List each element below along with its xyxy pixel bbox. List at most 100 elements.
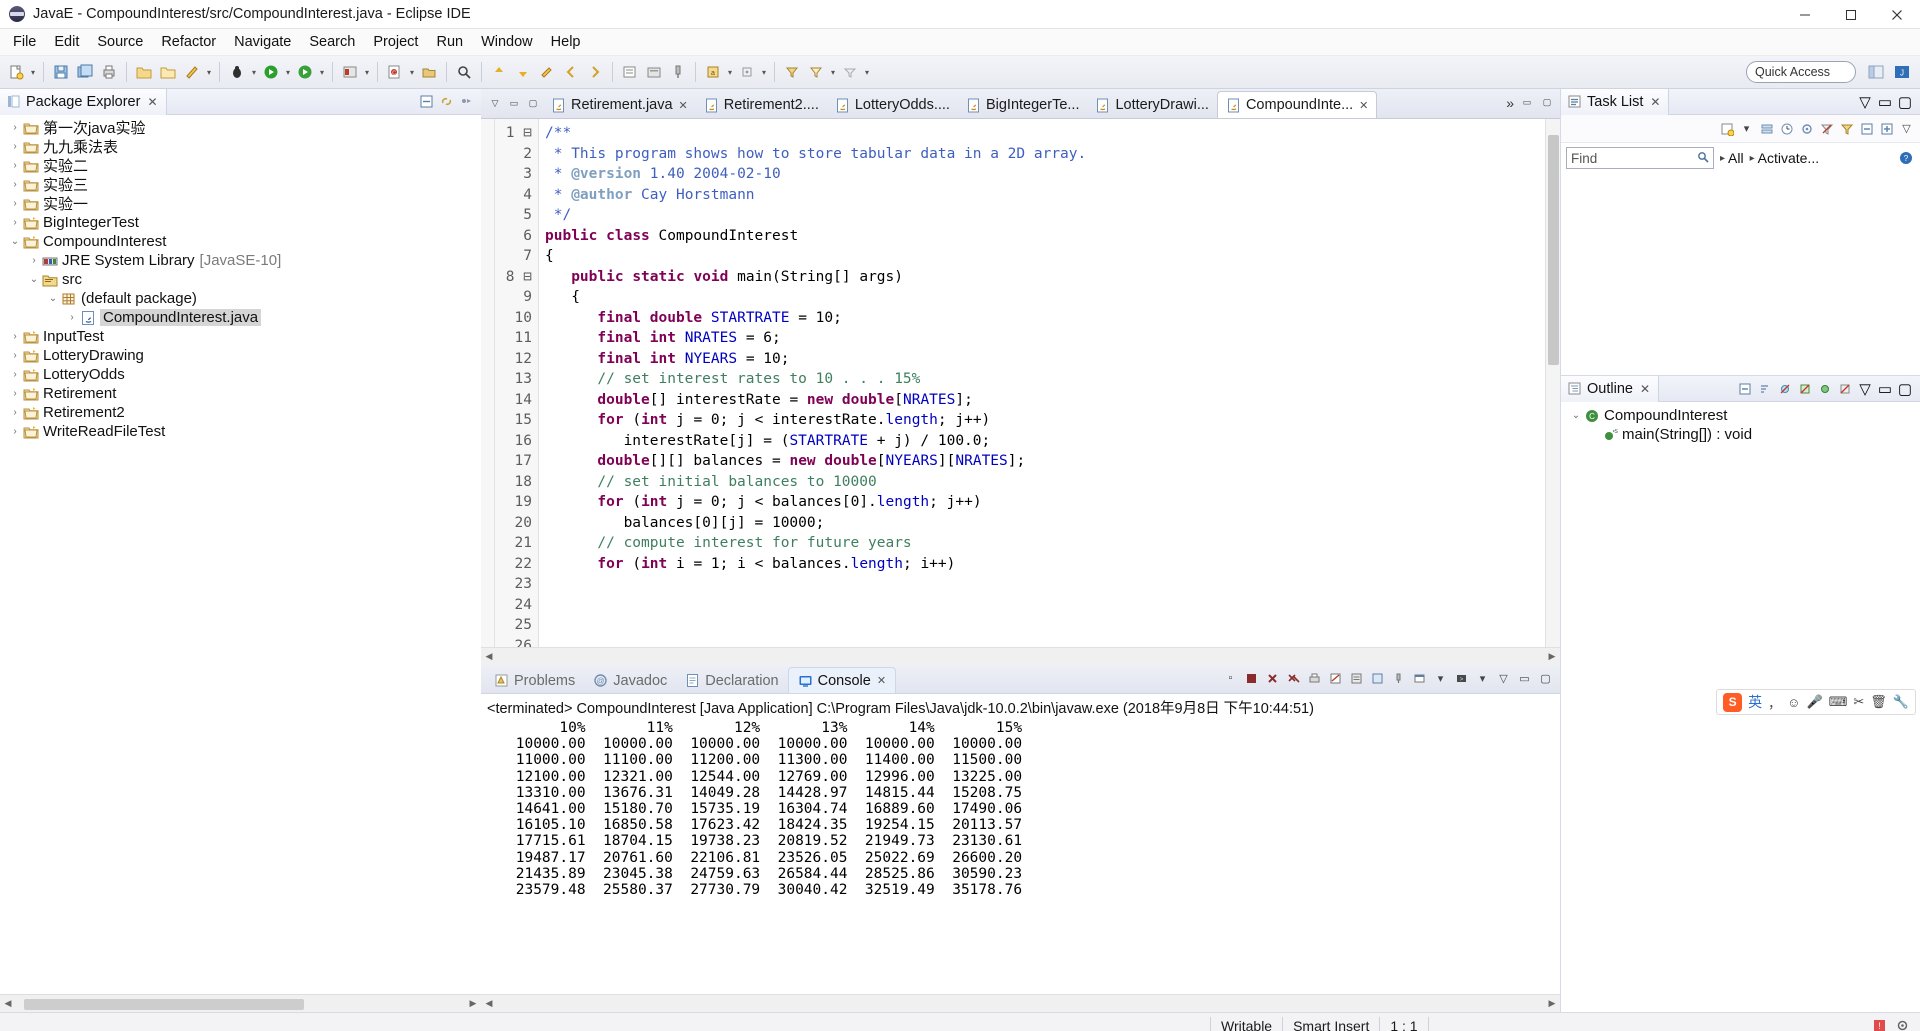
new-task-icon[interactable] bbox=[1717, 119, 1736, 138]
scroll-thumb[interactable] bbox=[24, 998, 304, 1010]
hide-nonpublic-icon[interactable] bbox=[1815, 379, 1835, 399]
outline-tab[interactable]: Outline ✕ bbox=[1561, 375, 1660, 402]
close-icon[interactable]: ✕ bbox=[1359, 99, 1368, 112]
task-activate-button[interactable]: ▸ Activate... bbox=[1750, 150, 1820, 166]
console-dropdown2-icon[interactable]: ▾ bbox=[1473, 669, 1492, 688]
tree-item[interactable]: › 实验三 bbox=[0, 175, 481, 194]
console-hscrollbar[interactable]: ◀ ▶ bbox=[481, 994, 1560, 1012]
ime-keyboard-icon[interactable]: ⌨ bbox=[1829, 694, 1848, 710]
editor-minimize2-icon[interactable]: ▭ bbox=[1520, 96, 1534, 110]
console-body[interactable]: <terminated> CompoundInterest [Java Appl… bbox=[481, 693, 1560, 994]
print-console-icon[interactable] bbox=[1305, 669, 1324, 688]
close-button[interactable] bbox=[1874, 0, 1920, 29]
chevron-down-icon[interactable]: ⌄ bbox=[1569, 410, 1583, 421]
tree-item[interactable]: › Retirement bbox=[0, 384, 481, 403]
run-external-icon[interactable] bbox=[294, 61, 316, 83]
toggle-mark-occurrences-icon[interactable]: a bbox=[702, 61, 724, 83]
run-dropdown-icon[interactable]: ▾ bbox=[283, 61, 293, 83]
editor-minimize-icon[interactable]: ▭ bbox=[507, 97, 521, 111]
perspective-filter2-icon[interactable] bbox=[805, 61, 827, 83]
editor-scroll-left-icon[interactable]: ◀ bbox=[481, 651, 497, 662]
java-perspective-icon[interactable]: J bbox=[1890, 61, 1914, 83]
tree-item[interactable]: › BigIntegerTest bbox=[0, 213, 481, 232]
external-tools-icon[interactable] bbox=[643, 61, 665, 83]
sort-outline-icon[interactable] bbox=[1755, 379, 1775, 399]
tree-item[interactable]: › LotteryOdds bbox=[0, 365, 481, 384]
editor-vscrollbar[interactable] bbox=[1545, 119, 1560, 647]
focus-icon[interactable] bbox=[1797, 119, 1816, 138]
editor-tab[interactable]: BigIntegerTe... bbox=[958, 92, 1088, 118]
console-dropdown-icon[interactable]: ▾ bbox=[1431, 669, 1450, 688]
editor-scroll-track[interactable] bbox=[497, 650, 1544, 663]
task-minimize-icon[interactable]: ▭ bbox=[1875, 92, 1895, 112]
tab-overflow-icon[interactable]: » bbox=[1506, 95, 1514, 111]
filter-completed-icon[interactable] bbox=[1817, 119, 1836, 138]
tree-item[interactable]: › JRE System Library [JavaSE-10] bbox=[0, 251, 481, 270]
scroll-right-icon[interactable]: ▶ bbox=[465, 998, 481, 1009]
menu-source[interactable]: Source bbox=[88, 31, 152, 53]
debug-dropdown-icon[interactable]: ▾ bbox=[249, 61, 259, 83]
build-dropdown-icon[interactable]: ▾ bbox=[204, 61, 214, 83]
chevron-right-icon[interactable]: › bbox=[65, 312, 79, 323]
next-marker-dropdown-icon[interactable]: ▾ bbox=[862, 61, 872, 83]
tree-item[interactable]: ⌄ CompoundInterest bbox=[0, 232, 481, 251]
console-maximize2-icon[interactable]: ▢ bbox=[1536, 669, 1555, 688]
editor-vscroll-thumb[interactable] bbox=[1548, 135, 1559, 365]
ime-voice-icon[interactable]: 🎤 bbox=[1806, 694, 1822, 710]
ime-punctuation-icon[interactable]: ， bbox=[1768, 693, 1781, 712]
scroll-lock-icon[interactable] bbox=[1347, 669, 1366, 688]
search-icon[interactable] bbox=[1697, 151, 1709, 166]
pin-console-icon[interactable] bbox=[1389, 669, 1408, 688]
chevron-right-icon[interactable]: › bbox=[8, 407, 22, 418]
next-marker-icon[interactable] bbox=[839, 61, 861, 83]
show-whitespace-icon[interactable] bbox=[736, 61, 758, 83]
new-package-icon[interactable] bbox=[418, 61, 440, 83]
close-icon[interactable]: ✕ bbox=[877, 674, 886, 687]
whitespace-dropdown-icon[interactable]: ▾ bbox=[759, 61, 769, 83]
outline-item[interactable]: ⌄ C CompoundInterest bbox=[1561, 406, 1920, 425]
editor-tab[interactable]: Retirement.java ✕ bbox=[543, 92, 696, 118]
scroll-track[interactable] bbox=[16, 997, 465, 1010]
chevron-down-icon[interactable]: ⌄ bbox=[8, 236, 22, 247]
filter-priority-icon[interactable] bbox=[1837, 119, 1856, 138]
search-icon[interactable] bbox=[453, 61, 475, 83]
chevron-right-icon[interactable]: › bbox=[27, 255, 41, 266]
folder-open-icon[interactable] bbox=[133, 61, 155, 83]
coverage-dropdown-icon[interactable]: ▾ bbox=[362, 61, 372, 83]
chevron-right-icon[interactable]: › bbox=[8, 198, 22, 209]
chevron-right-icon[interactable]: › bbox=[8, 160, 22, 171]
menu-file[interactable]: File bbox=[4, 31, 45, 53]
previous-annotation-icon[interactable] bbox=[488, 61, 510, 83]
close-icon[interactable]: ✕ bbox=[1650, 95, 1660, 109]
terminate-icon[interactable] bbox=[1242, 669, 1261, 688]
new-dropdown-icon[interactable]: ▾ bbox=[28, 61, 38, 83]
ime-clear-icon[interactable]: 🗑 bbox=[1870, 694, 1887, 710]
editor-tab[interactable]: CompoundInte... ✕ bbox=[1216, 91, 1378, 118]
task-find-input[interactable]: Find bbox=[1566, 147, 1714, 169]
editor-tab[interactable]: Retirement2.... bbox=[696, 92, 827, 118]
menu-navigate[interactable]: Navigate bbox=[225, 31, 300, 53]
tree-item[interactable]: › 第一次java实验 bbox=[0, 118, 481, 137]
editor-tab[interactable]: LotteryOdds.... bbox=[827, 92, 958, 118]
package-explorer-hscrollbar[interactable]: ◀ ▶ bbox=[0, 994, 481, 1012]
back-icon[interactable] bbox=[560, 61, 582, 83]
console-scroll-track[interactable] bbox=[497, 997, 1544, 1010]
forward-icon[interactable] bbox=[584, 61, 606, 83]
maximize-button[interactable] bbox=[1828, 0, 1874, 29]
open-perspective-icon[interactable] bbox=[1864, 61, 1888, 83]
collapse-all-icon[interactable] bbox=[416, 92, 436, 112]
view-menu-icon[interactable] bbox=[456, 92, 476, 112]
filter-dropdown-icon[interactable]: ▾ bbox=[828, 61, 838, 83]
menu-search[interactable]: Search bbox=[300, 31, 364, 53]
last-edit-icon[interactable] bbox=[536, 61, 558, 83]
save-icon[interactable] bbox=[50, 61, 72, 83]
open-console-icon[interactable]: > bbox=[1452, 669, 1471, 688]
quick-access-input[interactable]: Quick Access bbox=[1746, 61, 1856, 83]
run-external-dropdown-icon[interactable]: ▾ bbox=[317, 61, 327, 83]
menu-window[interactable]: Window bbox=[472, 31, 542, 53]
link-with-editor-icon[interactable] bbox=[436, 92, 456, 112]
tree-item[interactable]: ⌄ src bbox=[0, 270, 481, 289]
chevron-right-icon[interactable]: › bbox=[8, 369, 22, 380]
editor-hscrollbar[interactable]: ◀ ▶ bbox=[481, 647, 1560, 665]
remove-launch-icon[interactable] bbox=[1263, 669, 1282, 688]
